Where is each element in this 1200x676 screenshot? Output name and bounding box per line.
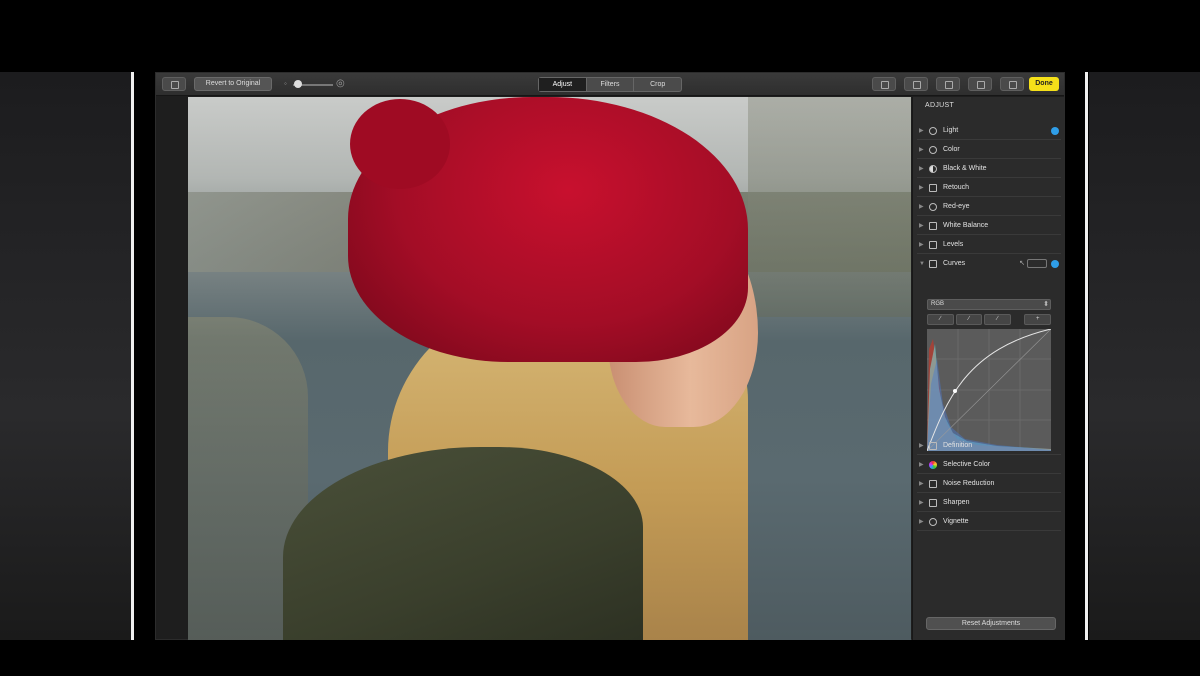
adjustment-label: Definition: [943, 442, 973, 449]
gray-point-eyedropper-icon[interactable]: ∕: [955, 314, 983, 325]
eye-icon: [929, 203, 937, 211]
rotate-icon[interactable]: [936, 77, 960, 91]
vignette-icon: [929, 518, 937, 526]
chevron-right-icon[interactable]: ▶: [919, 122, 924, 140]
chevron-right-icon[interactable]: ▶: [919, 198, 924, 216]
auto-wand-icon[interactable]: ↖: [1019, 255, 1025, 273]
adjustment-sharpen[interactable]: ▶ Sharpen: [917, 494, 1061, 512]
photo-jacket: [283, 447, 643, 640]
adjustment-label: Selective Color: [943, 461, 991, 468]
adjustment-label: Vignette: [943, 518, 969, 525]
sun-icon: [929, 127, 937, 135]
adjust-panel: ADJUST ▶ Light ▶ Color ▶ Black & White ▶: [912, 97, 1064, 640]
white-point-eyedropper-icon[interactable]: ∕: [984, 314, 1011, 325]
chevron-right-icon[interactable]: ▶: [919, 456, 924, 474]
adjustment-red-eye[interactable]: ▶ Red-eye: [917, 198, 1061, 216]
adjustment-black-white[interactable]: ▶ Black & White: [917, 160, 1061, 178]
white-balance-icon: [929, 222, 937, 230]
adjustment-label: Sharpen: [943, 499, 970, 506]
curves-channel-select[interactable]: RGB: [927, 299, 1051, 310]
zoom-in-icon: ◎: [336, 78, 345, 89]
panel-title: ADJUST: [925, 102, 955, 109]
triangle-icon: [929, 442, 937, 450]
photo-canvas[interactable]: [188, 97, 911, 640]
chevron-right-icon[interactable]: ▶: [919, 141, 924, 159]
adjustment-label: Curves: [943, 260, 966, 267]
edit-mode-tabs: Adjust Filters Crop: [538, 77, 682, 92]
tab-filters[interactable]: Filters: [587, 78, 635, 91]
modified-indicator-icon[interactable]: [1051, 260, 1059, 268]
chevron-down-icon[interactable]: ▼: [919, 255, 925, 273]
adjustment-definition[interactable]: ▶ Definition: [917, 437, 1061, 455]
chevron-right-icon[interactable]: ▶: [919, 475, 924, 493]
toolbar: Revert to Original ◦ ◎ Adjust Filters Cr…: [156, 73, 1064, 96]
adjustment-white-balance[interactable]: ▶ White Balance: [917, 217, 1061, 235]
divider-right: [1085, 72, 1088, 640]
photo-trees: [748, 97, 911, 317]
adjustment-color[interactable]: ▶ Color: [917, 141, 1061, 159]
desktop-right: [1089, 72, 1200, 640]
bandage-icon: [929, 184, 937, 192]
modified-indicator-icon[interactable]: [1051, 127, 1059, 135]
favorite-icon[interactable]: [904, 77, 928, 91]
color-wheel-icon: [929, 461, 937, 469]
adjustment-label: Color: [943, 146, 960, 153]
chevron-right-icon[interactable]: ▶: [919, 437, 924, 455]
tab-crop[interactable]: Crop: [634, 78, 681, 91]
photos-edit-window: Revert to Original ◦ ◎ Adjust Filters Cr…: [155, 72, 1065, 640]
noise-icon: [929, 480, 937, 488]
adjustment-label: Levels: [943, 241, 964, 248]
extensions-icon[interactable]: [1000, 77, 1024, 91]
adjustment-retouch[interactable]: ▶ Retouch: [917, 179, 1061, 197]
revert-to-original-button[interactable]: Revert to Original: [194, 77, 272, 91]
curves-graph: [927, 329, 1051, 451]
screen: Revert to Original ◦ ◎ Adjust Filters Cr…: [0, 0, 1200, 676]
chevron-right-icon[interactable]: ▶: [919, 160, 924, 178]
adjustment-noise-reduction[interactable]: ▶ Noise Reduction: [917, 475, 1061, 493]
sidebar-toggle-icon[interactable]: [162, 77, 186, 91]
auto-button[interactable]: [1027, 259, 1047, 268]
curve-point: [953, 389, 957, 393]
adjustment-light[interactable]: ▶ Light: [917, 122, 1061, 140]
adjustment-label: Light: [943, 127, 959, 134]
adjustment-selective-color[interactable]: ▶ Selective Color: [917, 456, 1061, 474]
chevron-right-icon[interactable]: ▶: [919, 236, 924, 254]
adjustment-label: White Balance: [943, 222, 989, 229]
enhance-icon[interactable]: [968, 77, 992, 91]
sharpen-icon: [929, 499, 937, 507]
tools-spacer: [1013, 314, 1023, 325]
adjustment-label: Red-eye: [943, 203, 970, 210]
curves-histogram[interactable]: [927, 329, 1051, 451]
chevron-right-icon[interactable]: ▶: [919, 217, 924, 235]
info-icon[interactable]: [872, 77, 896, 91]
curves-icon: [929, 260, 937, 268]
adjustment-label: Noise Reduction: [943, 480, 995, 487]
adjustment-curves[interactable]: ▼ Curves ↖: [917, 255, 1061, 273]
adjustment-label: Retouch: [943, 184, 970, 191]
reset-adjustments-button[interactable]: Reset Adjustments: [926, 617, 1056, 630]
curves-tools: ∕ ∕ ∕ +: [927, 314, 1051, 325]
levels-icon: [929, 241, 937, 249]
desktop-left: [0, 72, 131, 640]
photo-hat-fold: [350, 99, 450, 189]
black-point-eyedropper-icon[interactable]: ∕: [927, 314, 954, 325]
circle-icon: [929, 146, 937, 154]
half-circle-icon: [929, 165, 937, 173]
adjustment-levels[interactable]: ▶ Levels: [917, 236, 1061, 254]
add-point-button[interactable]: +: [1024, 314, 1051, 325]
chevron-right-icon[interactable]: ▶: [919, 513, 924, 531]
tab-adjust[interactable]: Adjust: [539, 78, 587, 91]
adjustment-vignette[interactable]: ▶ Vignette: [917, 513, 1061, 531]
chevron-right-icon[interactable]: ▶: [919, 494, 924, 512]
chevron-right-icon[interactable]: ▶: [919, 179, 924, 197]
done-button[interactable]: Done: [1029, 77, 1059, 91]
zoom-slider-knob[interactable]: [294, 80, 302, 88]
zoom-out-icon: ◦: [284, 79, 287, 88]
divider-left: [131, 72, 134, 640]
adjustment-label: Black & White: [943, 165, 987, 172]
